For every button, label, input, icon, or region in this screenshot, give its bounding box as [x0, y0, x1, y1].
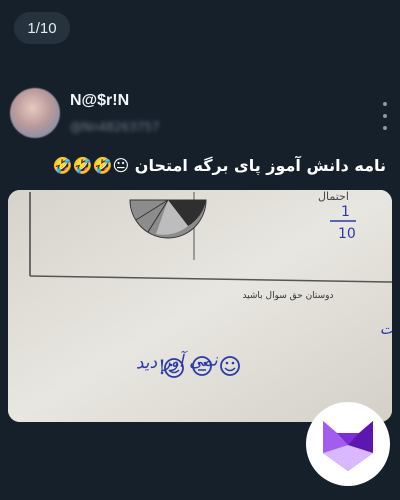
fraction-numerator: 1	[341, 204, 350, 220]
side-label: احتمال	[318, 190, 349, 203]
fox-logo-icon	[306, 402, 390, 486]
dot-icon	[383, 114, 387, 118]
exam-sheet-photo: 1 10 احتمال دوستان حق سوال باشید شما اگر…	[8, 190, 392, 422]
author-display-name[interactable]: N@$r!N	[70, 92, 129, 110]
fraction-denominator: 10	[338, 226, 356, 242]
post-text: نامه دانش آموز پای برگه امتحان 😐🤣🤣🤣	[52, 156, 386, 175]
image-counter-badge: 1/10	[14, 12, 70, 44]
author-handle[interactable]: @Nn48263757	[70, 120, 180, 136]
dot-icon	[383, 126, 387, 130]
post-header: N@$r!N @Nn48263757	[10, 88, 390, 144]
avatar[interactable]	[10, 88, 60, 138]
dot-icon	[383, 102, 387, 106]
note-line-2: نمی آور دید	[135, 349, 219, 373]
post-photo[interactable]: 1 10 احتمال دوستان حق سوال باشید شما اگر…	[8, 190, 392, 422]
note-header: دوستان حق سوال باشید	[242, 291, 333, 301]
more-options-button[interactable]	[380, 102, 390, 130]
